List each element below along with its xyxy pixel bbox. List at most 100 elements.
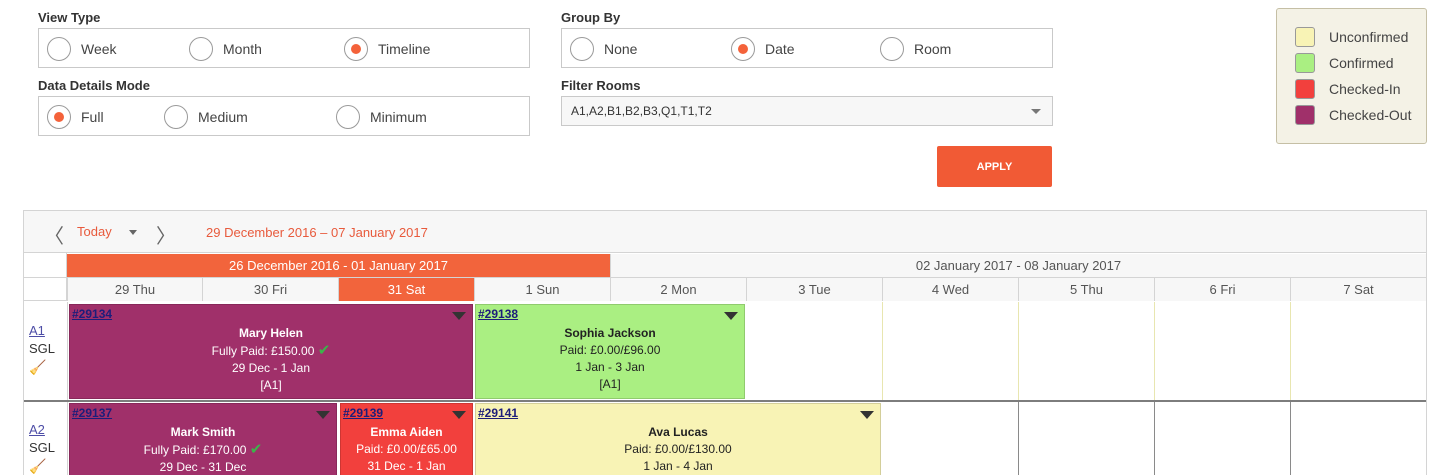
checked-out-swatch <box>1295 105 1315 125</box>
radio-date[interactable] <box>731 37 755 61</box>
checked-in-swatch <box>1295 79 1315 99</box>
filter-rooms-label: Filter Rooms <box>561 78 641 93</box>
booking-29137[interactable]: #29137 Mark Smith Fully Paid: £170.00 ✔ … <box>69 403 337 475</box>
payment-status: Fully Paid: £150.00 <box>211 344 315 358</box>
day-header: 2 Mon <box>610 278 746 301</box>
group-date-option[interactable]: Date <box>731 37 795 61</box>
day-header: 5 Thu <box>1018 278 1154 301</box>
booking-id-link[interactable]: #29141 <box>478 406 518 420</box>
booking-id-link[interactable]: #29139 <box>343 406 383 420</box>
booking-dates: 29 Dec - 31 Dec <box>159 460 247 474</box>
scheduler-toolbar: 〈 Today 〉 29 December 2016 – 07 January … <box>24 211 1426 253</box>
guest-name: Sophia Jackson <box>564 326 656 340</box>
booking-id-link[interactable]: #29138 <box>478 307 518 321</box>
today-dropdown-icon[interactable] <box>129 230 137 235</box>
legend-checked-out: Checked-Out <box>1295 105 1411 125</box>
chevron-left-icon[interactable]: 〈 <box>44 220 64 249</box>
dropdown-icon[interactable] <box>452 411 466 419</box>
booking-dates: 1 Jan - 3 Jan <box>575 360 645 374</box>
grid-line <box>1018 402 1019 475</box>
booking-id-link[interactable]: #29134 <box>72 307 112 321</box>
day-header: 6 Fri <box>1154 278 1290 301</box>
row-separator <box>24 400 1426 402</box>
payment-status: Fully Paid: £170.00 <box>143 443 247 457</box>
dropdown-icon[interactable] <box>860 411 874 419</box>
guest-name: Ava Lucas <box>648 425 708 439</box>
details-mode-group: Full Medium Minimum <box>38 96 530 136</box>
guest-name: Mark Smith <box>170 425 236 439</box>
booking-id-link[interactable]: #29137 <box>72 406 112 420</box>
radio-week[interactable] <box>47 37 71 61</box>
radio-medium[interactable] <box>164 105 188 129</box>
view-type-group: Week Month Timeline <box>38 28 530 68</box>
booking-29141[interactable]: #29141 Ava Lucas Paid: £0.00/£130.00 1 J… <box>475 403 881 475</box>
filter-rooms-select[interactable]: A1,A2,B1,B2,B3,Q1,T1,T2 <box>561 96 1053 126</box>
group-by-group: None Date Room <box>561 28 1053 68</box>
booking-dates: 29 Dec - 1 Jan <box>231 361 311 375</box>
legend-unconfirmed: Unconfirmed <box>1295 27 1408 47</box>
details-mode-label: Data Details Mode <box>38 78 150 93</box>
week-header-next: 02 January 2017 - 08 January 2017 <box>610 254 1426 277</box>
day-header: 7 Sat <box>1290 278 1426 301</box>
day-header: 4 Wed <box>882 278 1018 301</box>
booking-29134[interactable]: #29134 Mary Helen Fully Paid: £150.00 ✔ … <box>69 304 473 399</box>
booking-room: [A1] <box>599 377 621 391</box>
room-a2: A2 SGL 🧹 <box>29 421 55 475</box>
view-week-option[interactable]: Week <box>47 37 117 61</box>
mode-medium-option[interactable]: Medium <box>164 105 248 129</box>
view-type-label: View Type <box>38 10 101 25</box>
radio-month[interactable] <box>189 37 213 61</box>
view-month-option[interactable]: Month <box>189 37 262 61</box>
grid-line <box>1154 402 1155 475</box>
today-button[interactable]: Today <box>77 224 112 239</box>
grid-line <box>882 302 883 400</box>
radio-room[interactable] <box>880 37 904 61</box>
group-room-option[interactable]: Room <box>880 37 951 61</box>
radio-full[interactable] <box>47 105 71 129</box>
chevron-right-icon[interactable]: 〉 <box>156 220 176 249</box>
booking-room: [A1] <box>260 378 282 392</box>
room-a1-type: SGL <box>29 341 56 356</box>
confirmed-swatch <box>1295 53 1315 73</box>
room-a2-link[interactable]: A2 <box>29 422 45 437</box>
day-header: 29 Thu <box>67 278 202 301</box>
scheduler: 〈 Today 〉 29 December 2016 – 07 January … <box>23 210 1427 475</box>
legend-confirmed: Confirmed <box>1295 53 1394 73</box>
radio-minimum[interactable] <box>336 105 360 129</box>
day-header: 30 Fri <box>202 278 338 301</box>
week-header-current: 26 December 2016 - 01 January 2017 <box>67 254 610 277</box>
broom-icon[interactable]: 🧹 <box>29 458 46 474</box>
view-timeline-option[interactable]: Timeline <box>344 37 430 61</box>
room-a1-link[interactable]: A1 <box>29 323 45 338</box>
radio-none[interactable] <box>570 37 594 61</box>
grid-line <box>1290 402 1291 475</box>
dropdown-icon[interactable] <box>452 312 466 320</box>
dropdown-icon[interactable] <box>316 411 330 419</box>
grid-line <box>67 402 68 475</box>
mode-full-option[interactable]: Full <box>47 105 104 129</box>
legend-checked-in: Checked-In <box>1295 79 1401 99</box>
grid-line <box>67 302 68 402</box>
room-a2-type: SGL <box>29 440 56 455</box>
guest-name: Mary Helen <box>238 326 304 340</box>
broom-icon[interactable]: 🧹 <box>29 359 46 375</box>
grid-line <box>1154 302 1155 400</box>
grid-line <box>1290 302 1291 400</box>
group-none-option[interactable]: None <box>570 37 637 61</box>
dropdown-icon[interactable] <box>724 312 738 320</box>
radio-timeline[interactable] <box>344 37 368 61</box>
day-header: 3 Tue <box>746 278 882 301</box>
booking-29138[interactable]: #29138 Sophia Jackson Paid: £0.00/£96.00… <box>475 304 745 399</box>
mode-minimum-option[interactable]: Minimum <box>336 105 427 129</box>
filter-rooms-value: A1,A2,B1,B2,B3,Q1,T1,T2 <box>571 104 712 118</box>
booking-29139[interactable]: #29139 Emma Aiden Paid: £0.00/£65.00 31 … <box>340 403 473 475</box>
day-header: 1 Sun <box>474 278 610 301</box>
apply-button[interactable]: APPLY <box>937 146 1052 187</box>
guest-name: Emma Aiden <box>370 425 443 439</box>
booking-dates: 31 Dec - 1 Jan <box>367 459 446 473</box>
grid-line <box>1018 302 1019 400</box>
group-by-label: Group By <box>561 10 621 25</box>
payment-status: Paid: £0.00/£96.00 <box>559 343 661 357</box>
check-icon: ✔ <box>317 342 331 359</box>
chevron-down-icon <box>1031 109 1041 114</box>
